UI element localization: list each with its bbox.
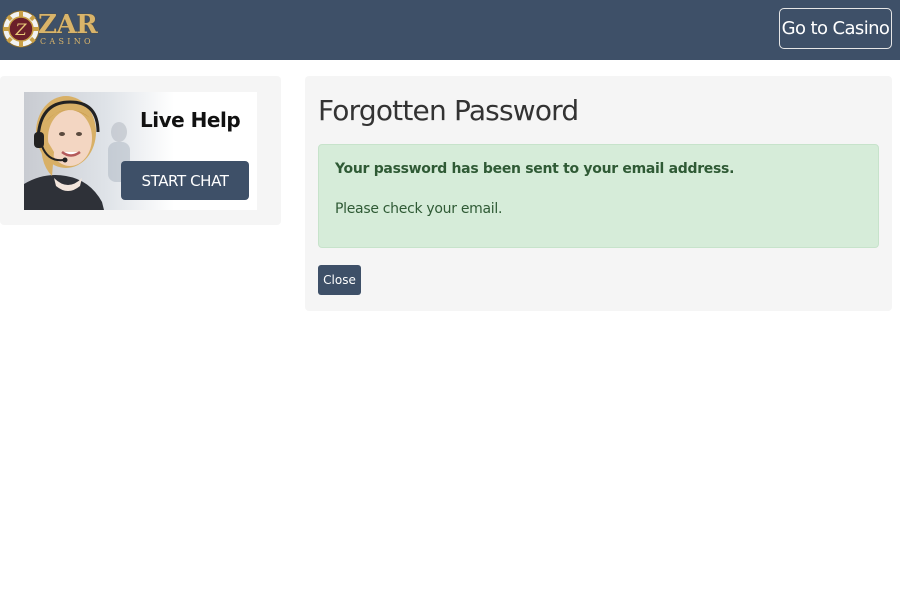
logo-subtext: CASINO: [40, 37, 94, 46]
close-button[interactable]: Close: [318, 265, 361, 295]
top-navbar: Z ZAR CASINO Go to Casino: [0, 0, 900, 60]
alert-title: Your password has been sent to your emai…: [335, 161, 735, 177]
forgotten-password-panel: Forgotten Password Your password has bee…: [305, 76, 892, 311]
casino-chip-icon: Z: [2, 10, 40, 48]
live-help-title: Live Help: [140, 108, 241, 132]
logo-text: ZAR: [38, 10, 98, 40]
zar-casino-logo[interactable]: Z ZAR CASINO: [2, 7, 98, 51]
alert-message: Please check your email.: [335, 201, 503, 217]
go-to-casino-button[interactable]: Go to Casino: [779, 8, 892, 49]
success-alert: Your password has been sent to your emai…: [318, 144, 879, 248]
live-help-panel: Live Help START CHAT: [0, 76, 281, 225]
start-chat-button[interactable]: START CHAT: [121, 161, 249, 200]
svg-text:Z: Z: [14, 20, 27, 39]
live-help-banner: Live Help START CHAT: [24, 92, 257, 210]
page-title: Forgotten Password: [318, 94, 579, 127]
